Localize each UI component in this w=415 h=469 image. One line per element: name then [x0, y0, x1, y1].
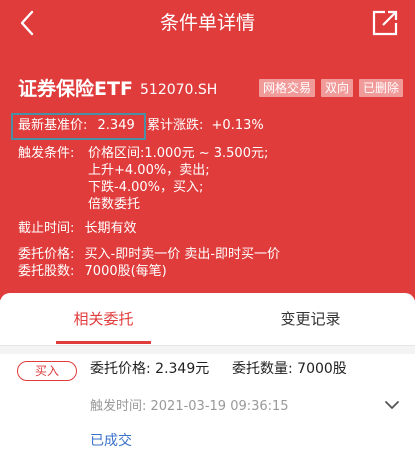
trigger-line: 倍数委托	[88, 197, 141, 212]
order-price-label: 委托价格:	[18, 247, 75, 262]
header: 条件单详情 证券保险ETF 512070.SH 网格交易 双向 已删除 最新基准…	[0, 0, 415, 300]
tag-grid-trade: 网格交易	[258, 79, 315, 97]
nav-bar: 条件单详情	[0, 0, 415, 46]
order-qty-row: 委托股数: 7000股(每笔)	[18, 263, 167, 281]
tab-change-log[interactable]: 变更记录	[207, 293, 414, 345]
order-price-row: 委托价格: 买入-即时卖一价 卖出-即时买一价	[18, 246, 280, 264]
detail-card: 相关委托 变更记录 买入 委托价格: 2.349元 委托数量: 7000股 触发…	[0, 293, 415, 469]
trigger-line: 价格区间:1.000元 ~ 3.500元;	[88, 146, 269, 161]
trigger-conditions: 价格区间:1.000元 ~ 3.500元; 上升+4.00%，卖出; 下跌-4.…	[88, 145, 268, 213]
order-qty-text: 委托数量: 7000股	[232, 361, 347, 377]
order-qty-label: 委托股数:	[18, 264, 75, 279]
trigger-line: 上升+4.00%，卖出;	[88, 163, 210, 178]
stock-code: 512070.SH	[140, 82, 218, 98]
tag-deleted: 已删除	[358, 79, 403, 97]
tag-list: 网格交易 双向 已删除	[258, 79, 403, 97]
order-status: 已成交	[90, 433, 132, 449]
stock-row: 证券保险ETF 512070.SH 网格交易 双向 已删除	[18, 76, 403, 104]
chevron-left-icon[interactable]	[14, 9, 42, 37]
tab-indicator	[56, 341, 151, 344]
order-price-text: 委托价格: 2.349元	[90, 361, 210, 377]
cum-change-row: 累计涨跌: +0.13%	[147, 117, 264, 135]
buy-badge: 买入	[17, 361, 77, 381]
deadline-value: 长期有效	[84, 221, 137, 236]
deadline-label: 截止时间:	[18, 221, 75, 236]
base-price-row: 最新基准价: 2.349	[18, 117, 135, 135]
cum-change-value: +0.13%	[211, 118, 264, 133]
trigger-label: 触发条件:	[18, 146, 75, 161]
tab-related-orders[interactable]: 相关委托	[0, 293, 207, 345]
page-title: 条件单详情	[159, 12, 255, 34]
tag-two-way: 双向	[320, 79, 353, 97]
trigger-time: 触发时间: 2021-03-19 09:36:15	[90, 399, 289, 414]
order-qty-value: 7000股(每笔)	[84, 264, 167, 279]
cum-change-label: 累计涨跌:	[147, 118, 204, 133]
deadline-row: 截止时间: 长期有效	[18, 220, 137, 238]
order-price-value: 买入-即时卖一价 卖出-即时买一价	[84, 247, 281, 262]
trigger-line: 下跌-4.00%，买入;	[88, 180, 204, 195]
base-price-value: 2.349	[97, 118, 135, 133]
tab-bar: 相关委托 变更记录	[0, 293, 415, 345]
stock-name: 证券保险ETF	[18, 78, 133, 100]
section-gap	[0, 346, 415, 354]
chevron-down-icon[interactable]	[384, 397, 400, 413]
base-price-label: 最新基准价:	[18, 118, 88, 133]
external-link-icon[interactable]	[372, 10, 398, 36]
